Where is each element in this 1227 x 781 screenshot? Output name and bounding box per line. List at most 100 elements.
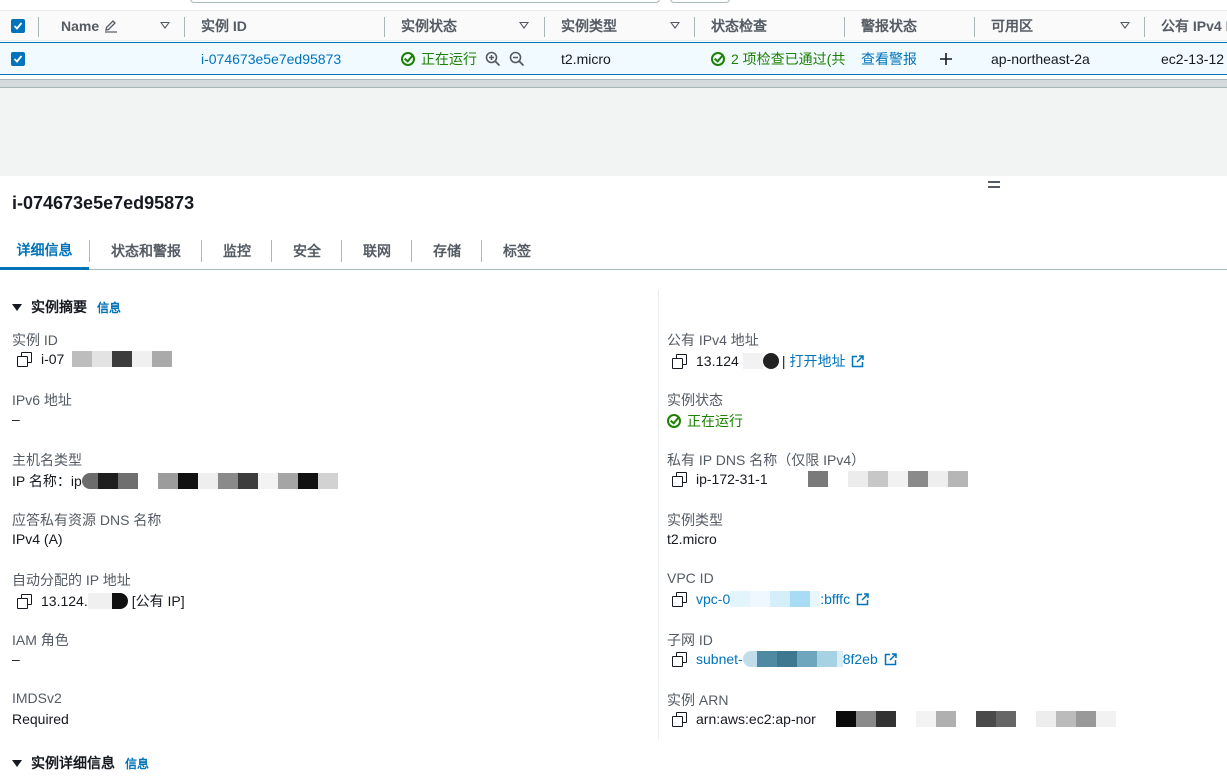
- redacted-block: [742, 651, 757, 667]
- top-strip: [0, 0, 1227, 10]
- col-header-status-check[interactable]: 状态检查: [711, 11, 767, 40]
- detail-tabs: 详细信息 状态和警报 监控 安全 联网 存储 标签: [0, 232, 1227, 270]
- copy-icon[interactable]: [672, 592, 687, 607]
- filter-input-edge[interactable]: [190, 0, 660, 3]
- table-row[interactable]: i-074673e5e7ed95873 正在运行 t2.micro 2 项检查已…: [0, 42, 1227, 75]
- ipv6-label: IPv6 地址: [12, 392, 72, 408]
- col-header-name[interactable]: Name: [61, 11, 118, 40]
- split-panel-divider[interactable]: [0, 79, 1227, 88]
- copy-icon[interactable]: [672, 354, 687, 369]
- copy-icon[interactable]: [672, 712, 687, 727]
- tab-status-alarms[interactable]: 状态和警报: [90, 232, 202, 269]
- details-info-link[interactable]: 信息: [125, 755, 149, 772]
- details-section-header[interactable]: 实例详细信息 信息: [12, 753, 149, 773]
- hostname-type-label: 主机名类型: [12, 452, 82, 468]
- auto-ip-value: 13.124. [公有 IP]: [17, 591, 185, 611]
- caret-down-icon: [12, 759, 22, 767]
- imdsv2-value: Required: [12, 711, 69, 727]
- iam-role-label: IAM 角色: [12, 632, 69, 648]
- ipv6-value: –: [12, 411, 20, 427]
- instance-type-value: t2.micro: [667, 531, 717, 547]
- tab-tags[interactable]: 标签: [482, 232, 552, 269]
- check-icon: [13, 22, 23, 30]
- iam-role-value: –: [12, 651, 20, 667]
- tab-monitoring[interactable]: 监控: [202, 232, 272, 269]
- tab-storage[interactable]: 存储: [412, 232, 482, 269]
- sort-icon[interactable]: [670, 22, 680, 29]
- col-header-instance-id[interactable]: 实例 ID: [201, 11, 247, 40]
- subnet-id-link[interactable]: subnet-: [696, 651, 743, 667]
- col-header-availability-zone[interactable]: 可用区: [991, 11, 1033, 40]
- external-link-icon[interactable]: [851, 354, 865, 368]
- vpc-id-value: vpc-0 :bfffc: [672, 591, 869, 607]
- success-check-icon: [401, 51, 415, 66]
- tab-security[interactable]: 安全: [272, 232, 342, 269]
- summary-section-header[interactable]: 实例摘要 信息: [12, 297, 121, 317]
- table-header: Name 实例 ID 实例状态 实例类型 状态检查 警报状态 可用区 公有 IP…: [0, 10, 1227, 41]
- copy-icon[interactable]: [17, 594, 32, 609]
- private-dns-label: 私有 IP DNS 名称（仅限 IPv4）: [667, 452, 866, 468]
- instance-type-label: 实例类型: [667, 512, 723, 528]
- row-instance-type: t2.micro: [561, 50, 611, 67]
- zoom-out-icon[interactable]: [509, 51, 525, 67]
- instance-id-label: 实例 ID: [12, 332, 58, 348]
- arn-value: arn:aws:ec2:ap-nor: [672, 711, 1116, 727]
- auto-ip-label: 自动分配的 IP 地址: [12, 572, 131, 588]
- hostname-type-value: IP 名称：ip: [12, 471, 338, 491]
- empty-table-area: [0, 88, 1227, 176]
- instance-id-value: i-07: [17, 351, 173, 367]
- copy-icon[interactable]: [17, 352, 32, 367]
- subnet-id-value: subnet- 8f2eb: [672, 651, 897, 667]
- caret-down-icon: [12, 303, 22, 311]
- edit-icon[interactable]: [104, 19, 118, 33]
- row-instance-state: 正在运行: [401, 43, 525, 74]
- filter-select-edge[interactable]: [670, 0, 730, 3]
- external-link-icon[interactable]: [856, 592, 869, 606]
- row-public-ipv4: ec2-13-12: [1161, 50, 1225, 67]
- sort-icon[interactable]: [160, 22, 170, 29]
- row-checkbox[interactable]: [11, 52, 25, 66]
- redacted-block: [87, 593, 112, 609]
- external-link-icon[interactable]: [884, 652, 897, 666]
- public-ipv4-label: 公有 IPv4 地址: [667, 332, 759, 348]
- instance-state-value: 正在运行: [667, 411, 743, 431]
- add-alarm-icon[interactable]: [939, 43, 953, 74]
- summary-info-link[interactable]: 信息: [97, 299, 121, 316]
- detail-title: i-074673e5e7ed95873: [12, 193, 195, 213]
- success-check-icon: [711, 51, 725, 66]
- vpc-id-link[interactable]: vpc-0: [696, 591, 730, 607]
- redacted-block: [815, 711, 836, 727]
- private-dns-value: ip-172-31-1: [672, 471, 968, 487]
- sort-icon[interactable]: [519, 22, 529, 29]
- open-address-link[interactable]: 打开地址: [789, 351, 845, 371]
- redacted-block: [742, 353, 763, 369]
- copy-icon[interactable]: [672, 652, 687, 667]
- col-header-instance-state[interactable]: 实例状态: [401, 11, 457, 40]
- zoom-in-icon[interactable]: [485, 51, 501, 67]
- sort-icon[interactable]: [1120, 22, 1130, 29]
- tab-details[interactable]: 详细信息: [0, 232, 89, 270]
- check-icon: [13, 55, 23, 63]
- col-header-instance-type[interactable]: 实例类型: [561, 11, 617, 40]
- resize-handle-icon[interactable]: [988, 181, 1000, 188]
- imdsv2-label: IMDSv2: [12, 690, 62, 706]
- row-view-alarms-link[interactable]: 查看警报: [861, 43, 917, 74]
- redacted-block: [730, 591, 751, 607]
- row-availability-zone: ap-northeast-2a: [991, 50, 1090, 67]
- row-status-check: 2 项检查已通过(共: [711, 43, 846, 74]
- redacted-block: [767, 471, 808, 487]
- tab-networking[interactable]: 联网: [342, 232, 412, 269]
- arn-label: 实例 ARN: [667, 692, 729, 708]
- redacted-block: [81, 473, 98, 489]
- dns-answer-label: 应答私有资源 DNS 名称: [12, 512, 162, 528]
- instance-state-label: 实例状态: [667, 392, 723, 408]
- col-header-alarm-status[interactable]: 警报状态: [861, 11, 917, 40]
- redacted-block: [72, 351, 93, 367]
- vpc-id-label: VPC ID: [667, 570, 714, 586]
- copy-icon[interactable]: [672, 472, 687, 487]
- select-all-checkbox[interactable]: [11, 19, 25, 33]
- public-ipv4-value: 13.124 | 打开地址: [672, 351, 865, 371]
- subnet-id-label: 子网 ID: [667, 632, 713, 648]
- row-instance-id-link[interactable]: i-074673e5e7ed95873: [201, 43, 341, 74]
- col-header-public-ipv4[interactable]: 公有 IPv4 I: [1161, 11, 1227, 40]
